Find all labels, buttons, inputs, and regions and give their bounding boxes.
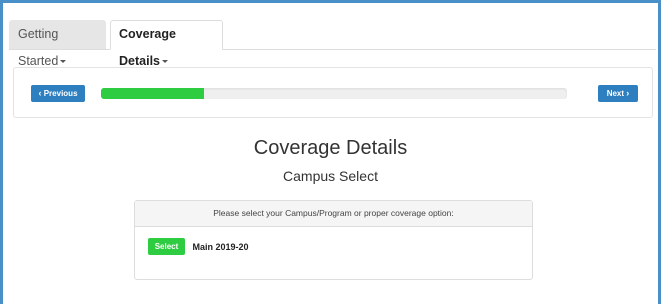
tab-getting-started-label: Getting Started (18, 27, 59, 68)
chevron-right-icon: › (626, 88, 630, 98)
page-title: Coverage Details (253, 137, 408, 159)
previous-button[interactable]: ‹ Previous (31, 85, 85, 102)
progress-bar-fill (101, 88, 204, 99)
page-subtitle: Campus Select (283, 168, 378, 184)
previous-button-label: Previous (43, 89, 78, 98)
caret-down-icon (162, 60, 168, 64)
coverage-option: Select Main 2019-20 (148, 238, 249, 256)
next-button-label: Next (606, 89, 625, 98)
caret-down-icon (60, 60, 67, 64)
tab-coverage-details[interactable]: Coverage Details (110, 20, 223, 68)
progress-bar (101, 88, 567, 99)
coverage-option-label: Main 2019-20 (192, 241, 249, 252)
tab-getting-started[interactable]: Getting Started (9, 20, 106, 68)
card-header: Please select your Campus/Program or pro… (135, 201, 532, 227)
campus-select-card: Please select your Campus/Program or pro… (134, 200, 533, 280)
wizard-progress-panel: ‹ Previous Next › (13, 67, 653, 118)
select-button[interactable]: Select (148, 238, 185, 256)
tab-bar: Getting Started Coverage Details (9, 20, 656, 68)
next-button[interactable]: Next › (598, 85, 638, 102)
chevron-left-icon: ‹ (38, 88, 42, 98)
